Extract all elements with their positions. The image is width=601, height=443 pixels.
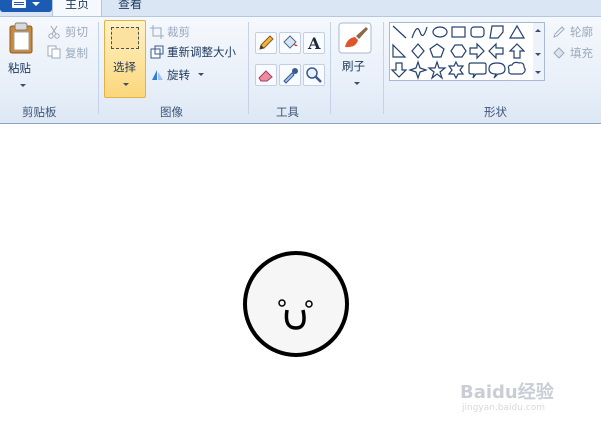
smiley-drawing bbox=[243, 251, 349, 357]
cloud-callout-shape-icon bbox=[507, 61, 526, 75]
divider bbox=[248, 22, 249, 114]
chevron-down-icon bbox=[354, 82, 360, 85]
shapes-group-label: 形状 bbox=[484, 105, 507, 119]
outline-button[interactable]: 轮廓 bbox=[570, 24, 593, 40]
divider bbox=[98, 22, 99, 114]
select-button[interactable]: 选择 bbox=[104, 20, 146, 98]
image-group-label: 图像 bbox=[160, 105, 183, 119]
right-triangle-shape-icon bbox=[392, 43, 407, 58]
eyedropper-icon bbox=[283, 68, 298, 84]
tab-home[interactable]: 主页 bbox=[52, 0, 102, 16]
pencil-tool[interactable] bbox=[255, 32, 277, 54]
fill-tool[interactable] bbox=[279, 32, 301, 54]
svg-text:A: A bbox=[307, 34, 321, 53]
shapes-scrollbar[interactable] bbox=[533, 22, 545, 81]
ribbon-tab-strip: 主页 查看 bbox=[0, 0, 601, 16]
magnifier-tool[interactable] bbox=[303, 64, 325, 86]
eraser-icon bbox=[258, 70, 273, 82]
cut-button[interactable]: 剪切 bbox=[65, 24, 88, 40]
copy-button[interactable]: 复制 bbox=[65, 45, 88, 61]
fill-button[interactable]: 填充 bbox=[570, 45, 593, 61]
right-arrow-shape-icon bbox=[469, 42, 485, 60]
scissors-icon bbox=[48, 25, 60, 39]
brushes-button[interactable]: 刷子 bbox=[336, 22, 376, 94]
copy-icon bbox=[47, 45, 61, 59]
magnifier-icon bbox=[306, 67, 322, 83]
rectangle-shape-icon bbox=[451, 26, 466, 38]
pencil-icon bbox=[259, 35, 274, 50]
chevron-down-icon bbox=[198, 73, 204, 76]
chevron-down-icon bbox=[20, 84, 26, 87]
watermark-url: jingyan.baidu.com bbox=[462, 403, 546, 413]
six-point-star-shape-icon bbox=[447, 60, 465, 80]
chevron-down-icon bbox=[32, 2, 40, 6]
brush-icon bbox=[338, 22, 372, 54]
text-icon: A bbox=[307, 34, 321, 53]
rotate-button[interactable]: 旋转 bbox=[167, 67, 190, 83]
crop-icon bbox=[150, 25, 164, 39]
crop-button[interactable]: 裁剪 bbox=[167, 24, 190, 40]
up-arrow-shape-icon bbox=[508, 43, 526, 59]
application-menu-button[interactable] bbox=[0, 0, 52, 12]
down-arrow-shape-icon bbox=[390, 62, 408, 78]
selection-rect-icon bbox=[111, 27, 139, 49]
expand-gallery-icon[interactable] bbox=[535, 71, 541, 74]
tools-group-label: 工具 bbox=[276, 105, 299, 119]
hexagon-shape-icon bbox=[450, 44, 467, 58]
rotate-icon bbox=[152, 70, 163, 80]
line-shape-icon bbox=[392, 25, 407, 39]
tab-view[interactable]: 查看 bbox=[106, 0, 154, 16]
resize-button[interactable]: 重新调整大小 bbox=[167, 44, 236, 60]
color-picker-tool[interactable] bbox=[279, 64, 301, 86]
pentagon-shape-icon bbox=[429, 43, 445, 58]
four-point-star-shape-icon bbox=[408, 60, 428, 80]
fill-icon bbox=[553, 47, 565, 59]
clipboard-group-label: 剪贴板 bbox=[22, 105, 57, 119]
scroll-up-icon[interactable] bbox=[535, 29, 541, 32]
divider bbox=[383, 22, 384, 114]
eraser-tool[interactable] bbox=[255, 64, 277, 86]
curve-shape-icon bbox=[411, 26, 428, 39]
divider bbox=[330, 22, 331, 114]
brushes-label: 刷子 bbox=[342, 59, 365, 73]
shapes-grid bbox=[390, 24, 526, 80]
watermark-logo: Baidu经验 bbox=[460, 382, 554, 403]
rounded-rectangle-shape-icon bbox=[470, 26, 485, 38]
chevron-down-icon bbox=[123, 83, 129, 86]
triangle-shape-icon bbox=[508, 24, 526, 39]
fill-bucket-icon bbox=[283, 35, 298, 49]
rounded-callout-shape-icon bbox=[468, 62, 487, 79]
paste-button[interactable]: 粘贴 bbox=[4, 22, 40, 94]
resize-icon bbox=[150, 45, 164, 59]
scroll-down-icon[interactable] bbox=[535, 53, 541, 56]
menu-icon bbox=[12, 0, 26, 8]
select-label: 选择 bbox=[113, 60, 136, 74]
left-arrow-shape-icon bbox=[488, 42, 504, 60]
diamond-shape-icon bbox=[411, 43, 425, 59]
polygon-shape-icon bbox=[489, 25, 504, 39]
oval-shape-icon bbox=[432, 26, 448, 38]
outline-icon bbox=[553, 26, 565, 38]
shapes-gallery[interactable] bbox=[389, 22, 535, 81]
text-tool[interactable]: A bbox=[303, 32, 325, 54]
oval-callout-shape-icon bbox=[488, 62, 506, 79]
five-point-star-shape-icon bbox=[427, 60, 447, 80]
paste-icon bbox=[9, 22, 33, 54]
paste-label: 粘贴 bbox=[8, 61, 31, 75]
